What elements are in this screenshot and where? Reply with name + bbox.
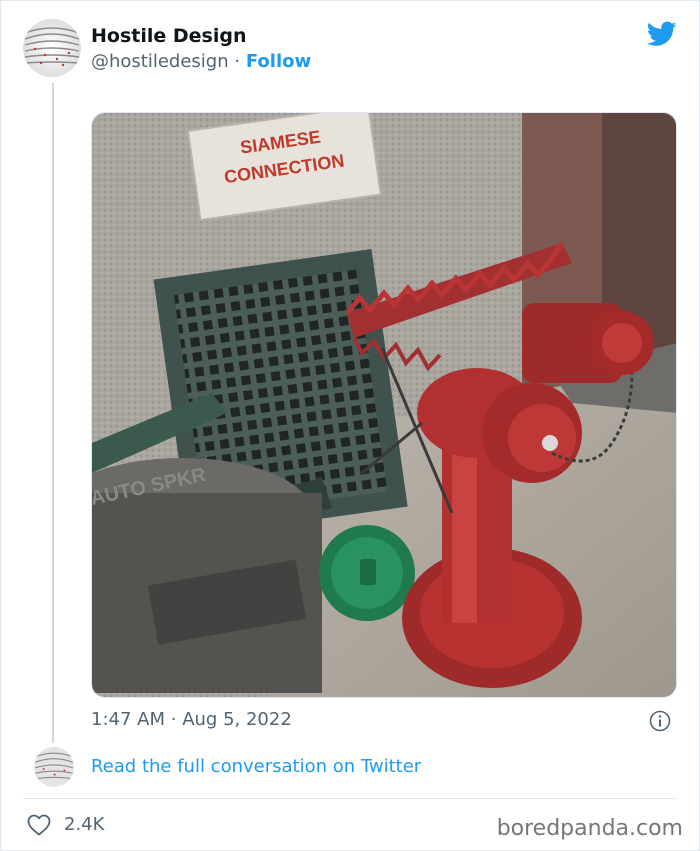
divider <box>23 798 677 799</box>
like-count[interactable]: 2.4K <box>64 814 104 835</box>
author-name[interactable]: Hostile Design <box>91 25 246 47</box>
author-avatar[interactable] <box>23 19 81 77</box>
handle-separator: · <box>234 51 241 72</box>
timestamp-separator: · <box>170 709 177 730</box>
twitter-bird-icon[interactable] <box>647 21 677 47</box>
avatar-pattern <box>34 747 74 787</box>
heart-icon[interactable] <box>27 814 51 836</box>
reply-avatar <box>34 747 74 787</box>
tweet-timestamp[interactable]: 1:47 AM · Aug 5, 2022 <box>91 709 292 730</box>
avatar-pattern <box>23 19 81 77</box>
thread-line <box>52 83 54 743</box>
author-handle-row: @hostiledesign · Follow <box>91 51 311 72</box>
read-conversation-link[interactable]: Read the full conversation on Twitter <box>91 756 421 777</box>
tweet-media[interactable]: SIAMESE CONNECTION AUTO SPKR <box>91 112 677 698</box>
follow-button[interactable]: Follow <box>246 51 311 72</box>
tweet-date: Aug 5, 2022 <box>182 709 292 730</box>
info-icon[interactable] <box>649 710 671 732</box>
fire-hydrant-photo: SIAMESE CONNECTION AUTO SPKR <box>92 113 676 697</box>
tweet-time: 1:47 AM <box>91 709 165 730</box>
tweet-card: Hostile Design @hostiledesign · Follow S… <box>0 0 700 851</box>
author-handle[interactable]: @hostiledesign <box>91 51 229 72</box>
boredpanda-watermark: boredpanda.com <box>496 816 683 841</box>
